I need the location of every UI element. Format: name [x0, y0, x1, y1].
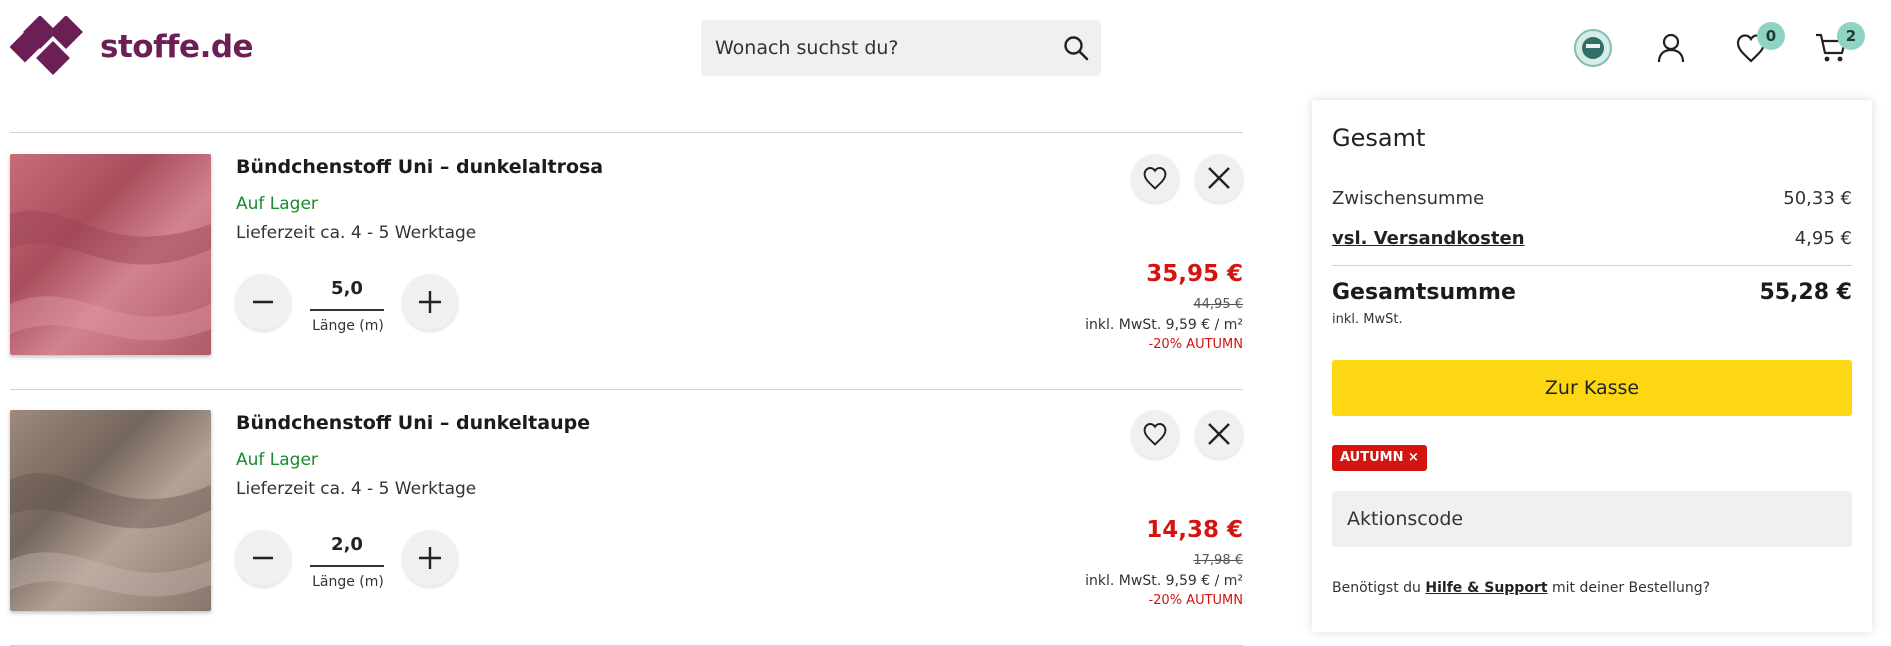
heart-icon [1143, 423, 1167, 446]
total-value: 55,28 € [1759, 280, 1852, 305]
list-divider [10, 132, 1243, 133]
plus-icon [419, 291, 441, 313]
total-row: Gesamtsumme 55,28 € [1332, 280, 1852, 305]
shipping-value: 4,95 € [1794, 228, 1852, 249]
add-to-wishlist-button[interactable] [1131, 154, 1179, 202]
item-old-price: 44,95 € [1193, 297, 1243, 312]
decrease-quantity-button[interactable] [235, 274, 291, 330]
minus-icon [253, 556, 273, 560]
item-unit-price: inkl. MwSt. 9,59 € / m² [1085, 573, 1243, 589]
quantity-input[interactable]: 5,0 [310, 269, 384, 311]
product-image[interactable] [10, 154, 211, 355]
quantity-label: Länge (m) [312, 318, 384, 334]
plus-icon [419, 547, 441, 569]
decrease-quantity-button[interactable] [235, 530, 291, 586]
shipping-costs-link[interactable]: vsl. Versandkosten [1332, 228, 1525, 249]
logo-diamonds-icon [10, 16, 83, 75]
account-icon[interactable] [1647, 24, 1695, 72]
help-support-link[interactable]: Hilfe & Support [1425, 580, 1547, 596]
increase-quantity-button[interactable] [402, 530, 458, 586]
cart-item: Bündchenstoff Uni – dunkelaltrosa Auf La… [10, 134, 1243, 389]
applied-promo-tag[interactable]: AUTUMN × [1332, 445, 1427, 471]
add-to-wishlist-button[interactable] [1131, 410, 1179, 458]
item-promo: -20% AUTUMN [1148, 593, 1243, 608]
remove-item-button[interactable] [1195, 154, 1243, 202]
summary-divider [1332, 265, 1852, 266]
product-title[interactable]: Bündchenstoff Uni – dunkeltaupe [236, 412, 590, 434]
stock-status: Auf Lager [236, 194, 318, 214]
subtotal-row: Zwischensumme 50,33 € [1332, 188, 1852, 209]
help-suffix: mit deiner Bestellung? [1552, 580, 1711, 596]
subtotal-label: Zwischensumme [1332, 188, 1485, 209]
minus-icon [253, 300, 273, 304]
item-old-price: 17,98 € [1193, 553, 1243, 568]
search-input[interactable]: Wonach suchst du? [715, 37, 1051, 59]
vat-note: inkl. MwSt. [1332, 312, 1403, 327]
quantity-label: Länge (m) [312, 574, 384, 590]
close-icon [1208, 167, 1230, 189]
brand-logo[interactable]: stoffe.de [10, 16, 254, 78]
cart-item: Bündchenstoff Uni – dunkeltaupe Auf Lage… [10, 390, 1243, 645]
close-icon [1208, 423, 1230, 445]
item-promo: -20% AUTUMN [1148, 337, 1243, 352]
wishlist-count-badge: 0 [1757, 22, 1785, 50]
cart-count-badge: 2 [1837, 22, 1865, 50]
order-summary: Gesamt Zwischensumme 50,33 € vsl. Versan… [1312, 100, 1872, 632]
site-header: stoffe.de Wonach suchst du? 0 2 [0, 0, 1891, 100]
increase-quantity-button[interactable] [402, 274, 458, 330]
promo-code-input[interactable]: Aktionscode [1332, 491, 1852, 547]
brand-name: stoffe.de [100, 29, 254, 65]
heart-icon [1143, 167, 1167, 190]
shipping-row: vsl. Versandkosten 4,95 € [1332, 228, 1852, 249]
item-price: 35,95 € [1146, 261, 1243, 287]
delivery-time: Lieferzeit ca. 4 - 5 Werktage [236, 223, 477, 243]
search-icon[interactable] [1051, 20, 1101, 76]
help-text: Benötigst du Hilfe & Support mit deiner … [1332, 580, 1710, 596]
total-label: Gesamtsumme [1332, 280, 1516, 305]
stock-status: Auf Lager [236, 450, 318, 470]
search-bar[interactable]: Wonach suchst du? [701, 20, 1101, 76]
help-prefix: Benötigst du [1332, 580, 1421, 596]
quantity-input[interactable]: 2,0 [310, 525, 384, 567]
subtotal-value: 50,33 € [1783, 188, 1852, 209]
remove-item-button[interactable] [1195, 410, 1243, 458]
delivery-time: Lieferzeit ca. 4 - 5 Werktage [236, 479, 477, 499]
item-unit-price: inkl. MwSt. 9,59 € / m² [1085, 317, 1243, 333]
product-title[interactable]: Bündchenstoff Uni – dunkelaltrosa [236, 156, 603, 178]
checkout-button[interactable]: Zur Kasse [1332, 360, 1852, 416]
diy-academy-icon[interactable] [1569, 24, 1617, 72]
product-image[interactable] [10, 410, 211, 611]
item-price: 14,38 € [1146, 517, 1243, 543]
summary-title: Gesamt [1332, 124, 1426, 152]
